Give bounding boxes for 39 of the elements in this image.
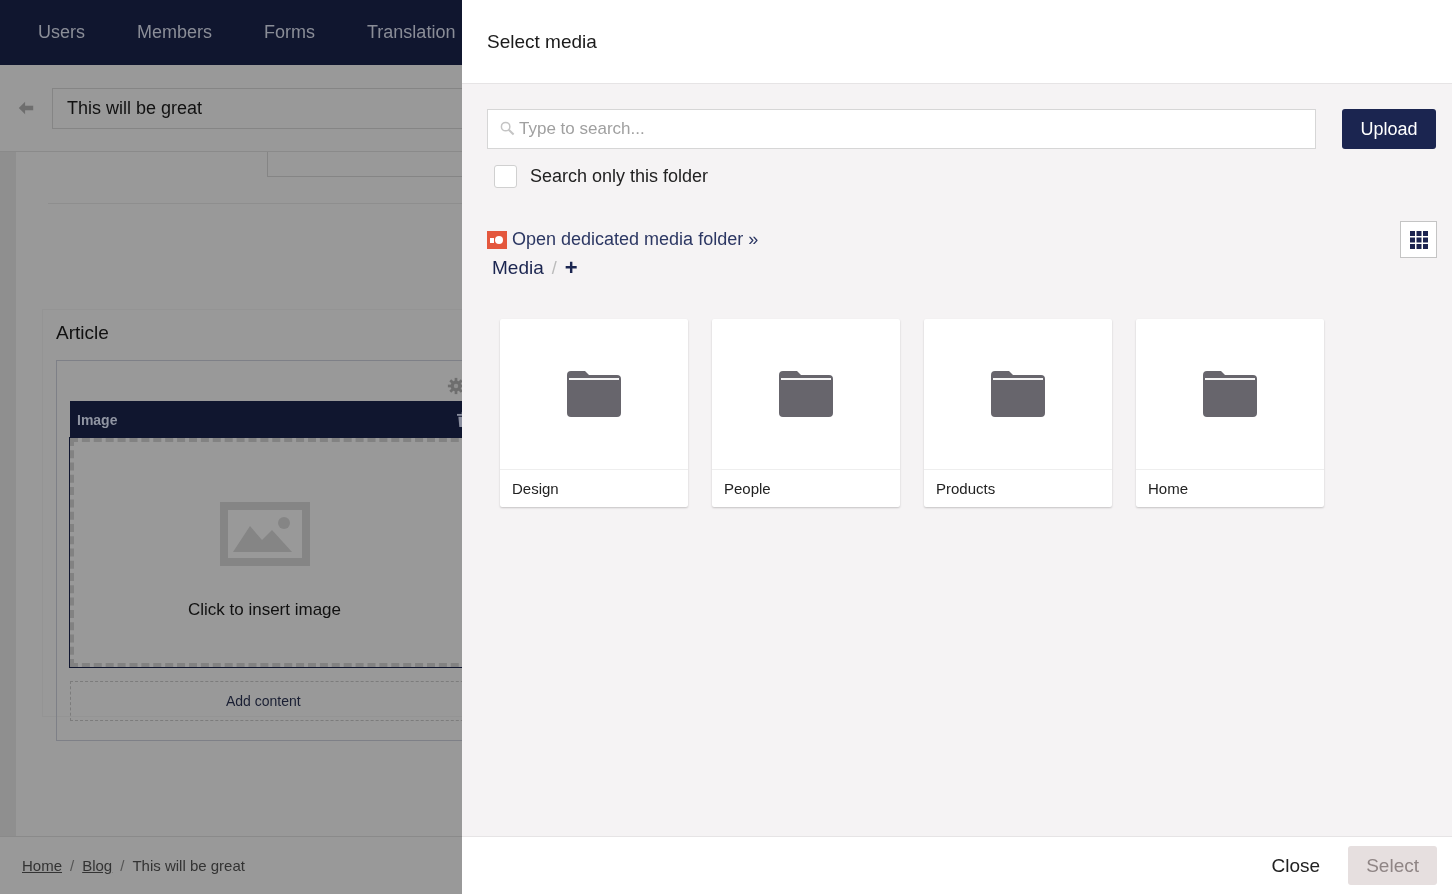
folder-name: Products: [935, 479, 997, 499]
back-arrow-icon: [17, 99, 35, 117]
add-folder-button[interactable]: +: [564, 257, 578, 279]
folder-card[interactable]: People: [712, 319, 900, 507]
folder-path-link[interactable]: Media: [492, 257, 544, 279]
path-separator: /: [551, 257, 557, 279]
folder-name: Design: [511, 479, 560, 499]
nav-item[interactable]: Forms: [264, 22, 316, 43]
insert-image-text: Click to insert image: [187, 600, 342, 620]
folder-card[interactable]: Products: [924, 319, 1112, 507]
media-folder-link[interactable]: Open dedicated media folder »: [512, 229, 759, 250]
nav-item[interactable]: Translation: [367, 22, 456, 43]
upload-button[interactable]: Upload: [1342, 109, 1436, 149]
breadcrumb-separator: /: [120, 857, 125, 874]
folder-name: People: [723, 479, 772, 499]
nav-item[interactable]: Users: [38, 22, 85, 43]
breadcrumb-current: This will be great: [132, 857, 245, 874]
folder-icon: [1203, 371, 1257, 417]
checkbox-label: Search only this folder: [530, 166, 709, 187]
close-button[interactable]: Close: [1271, 846, 1321, 885]
block-title: Image: [77, 411, 118, 428]
folder-card[interactable]: Design: [500, 319, 688, 507]
folder-icon: [779, 371, 833, 417]
folder-name: Home: [1147, 479, 1189, 499]
folder-icon: [567, 371, 621, 417]
app-logo-icon: [487, 230, 507, 249]
folder-card[interactable]: Home: [1136, 319, 1324, 507]
grid-view-toggle[interactable]: [1400, 221, 1437, 258]
checkbox[interactable]: [494, 165, 517, 188]
breadcrumb-link[interactable]: Blog: [82, 857, 113, 874]
folder-icon: [991, 371, 1045, 417]
dialog-title: Select media: [487, 30, 597, 53]
section-title: Article: [56, 322, 110, 345]
breadcrumb-separator: /: [70, 857, 75, 874]
title-field[interactable]: This will be great: [52, 87, 462, 129]
search-field[interactable]: Type to search...: [487, 109, 1316, 149]
breadcrumb-link[interactable]: Home: [22, 857, 62, 874]
nav-item[interactable]: Members: [137, 22, 213, 43]
grid-icon: [1409, 230, 1428, 249]
